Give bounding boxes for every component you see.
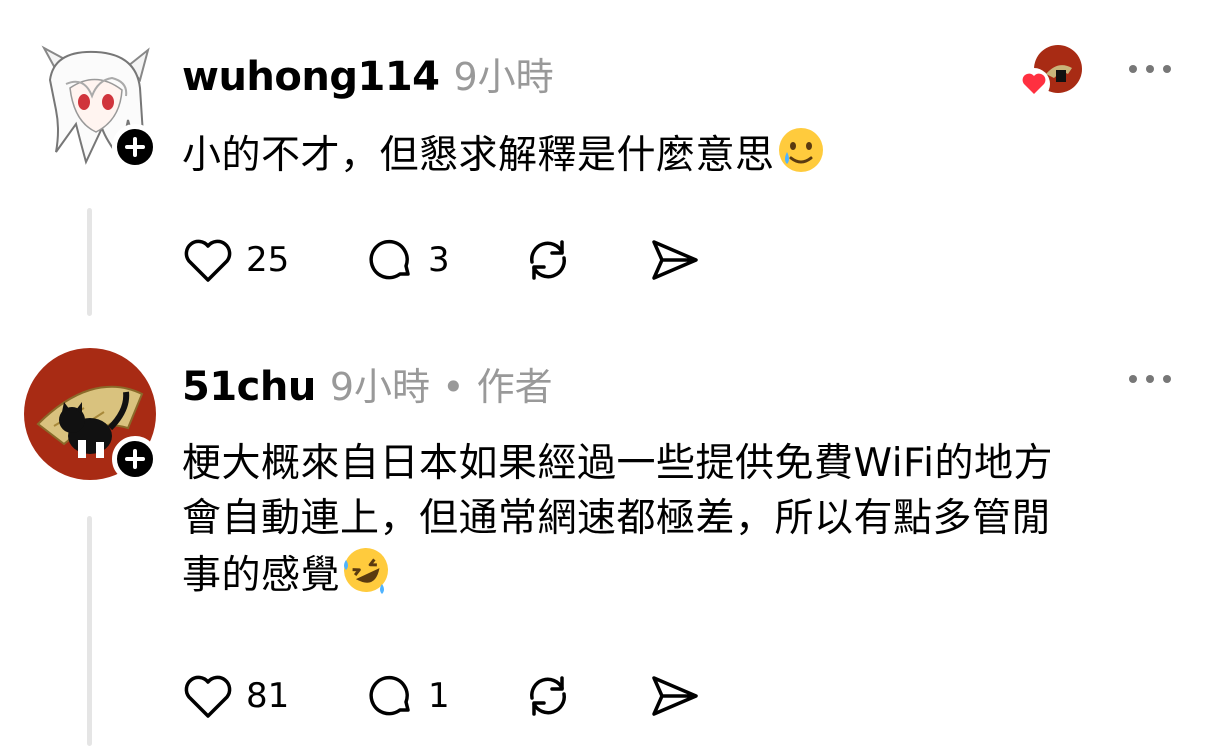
thread-connector-line <box>87 516 92 746</box>
like-count: 81 <box>246 676 290 716</box>
timestamp: 9小時 <box>453 55 554 99</box>
reply-count: 3 <box>428 240 450 280</box>
action-bar: 25 3 <box>182 236 782 288</box>
repost-button[interactable] <box>522 672 574 720</box>
post-text: 梗大概來自日本如果經過一些提供免費WiFi的地方 會自動連上，但通常網速都極差，… <box>182 436 1192 609</box>
plus-icon <box>125 137 145 157</box>
thread-connector-line <box>87 208 92 316</box>
comment-icon <box>369 239 410 280</box>
repost-button[interactable] <box>522 236 574 284</box>
reply-button[interactable]: 3 <box>364 236 450 284</box>
heart-filled-icon <box>1018 68 1050 100</box>
post-header: wuhong114 9小時 <box>182 46 554 101</box>
author-liked-indicator <box>1018 44 1084 100</box>
heart-icon <box>184 239 232 282</box>
send-icon <box>652 240 698 280</box>
post-text-line: 事的感覺 <box>182 553 341 598</box>
action-bar: 81 1 <box>182 672 782 724</box>
post-text-line: 會自動連上，但通常網速都極差，所以有點多管閒 <box>182 496 1052 541</box>
share-button[interactable] <box>648 672 700 720</box>
post-text: 小的不才，但懇求解釋是什麼意思 <box>182 126 825 189</box>
comment-icon <box>369 675 410 716</box>
more-options-icon[interactable] <box>1128 373 1172 385</box>
like-count: 25 <box>246 240 290 280</box>
like-button[interactable]: 81 <box>182 672 289 720</box>
post-header: 51chu 9小時 • 作者 <box>182 356 553 411</box>
post-text-line: 梗大概來自日本如果經過一些提供免費WiFi的地方 <box>182 441 1053 486</box>
like-button[interactable]: 25 <box>182 236 289 284</box>
follow-plus-button[interactable] <box>112 124 158 170</box>
reply-count: 1 <box>428 676 450 716</box>
plus-icon <box>125 449 145 469</box>
reply-post-2: 51chu 9小時 • 作者 梗大概來自日本如果經過一些提供免費WiFi的地方 … <box>0 330 1220 746</box>
repost-icon <box>530 676 566 716</box>
rofl-emoji <box>342 546 390 609</box>
username[interactable]: wuhong114 <box>182 54 440 100</box>
share-button[interactable] <box>648 236 700 284</box>
more-options-icon[interactable] <box>1128 63 1172 75</box>
heart-icon <box>184 675 232 718</box>
send-icon <box>652 676 698 716</box>
reply-post-1: wuhong114 9小時 小的不才，但懇求解釋是什麼意思 25 3 <box>0 0 1220 330</box>
timestamp-author-tag: 9小時 • 作者 <box>329 365 553 409</box>
reply-button[interactable]: 1 <box>364 672 450 720</box>
username[interactable]: 51chu <box>182 364 316 410</box>
repost-icon <box>530 240 566 280</box>
tear-smile-emoji <box>777 126 825 189</box>
follow-plus-button[interactable] <box>112 436 158 482</box>
